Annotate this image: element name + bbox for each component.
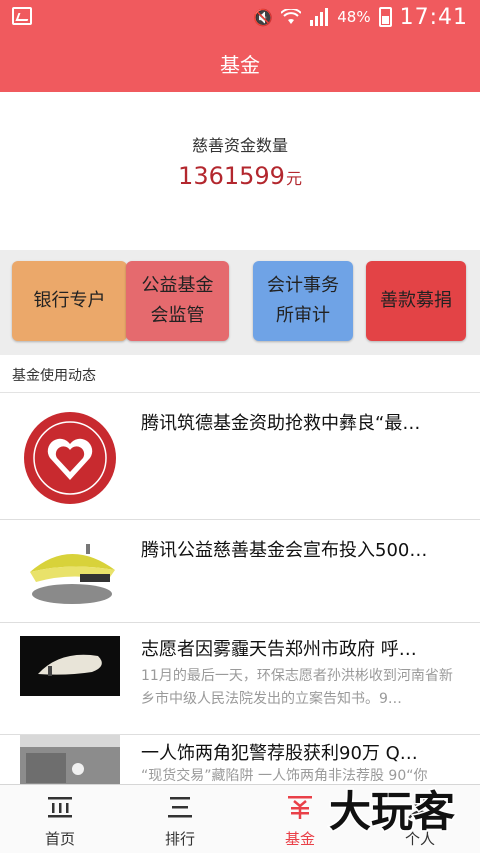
news-title: 腾讯筑德基金资助抢救中彝良“最…: [141, 413, 421, 434]
news-item[interactable]: 腾讯公益慈善基金会宣布投入500…: [0, 520, 480, 623]
news-thumbnail: [20, 636, 120, 696]
fund-amount-unit: 元: [285, 169, 302, 188]
watermark-logo: 大玩客: [327, 786, 456, 838]
tab-label: 排行: [164, 830, 195, 848]
battery-percent: 48%: [337, 8, 371, 26]
tab-home[interactable]: 首页: [0, 785, 120, 853]
news-item[interactable]: 腾讯筑德基金资助抢救中彝良“最…: [0, 393, 480, 520]
clock: 17:41: [399, 4, 468, 30]
app-bar: 基金: [0, 34, 480, 92]
accounting-audit-label: 会计事务所审计: [267, 275, 339, 326]
news-summary: 11月的最后一天，环保志愿者孙洪彬收到河南省新乡市中级人民法院发出的立案告知书。…: [141, 668, 453, 707]
news-item[interactable]: 一人饰两角犯警荐股获利90万 Q… “现货交易”藏陷阱 一人饰两角非法荐股 90…: [0, 735, 480, 784]
bank-account-button[interactable]: 银行专户: [12, 261, 127, 341]
wifi-icon: [281, 9, 302, 24]
news-title: 腾讯公益慈善基金会宣布投入500…: [141, 540, 428, 561]
fund-amount-label: 慈善资金数量: [191, 136, 288, 155]
image-icon: [12, 7, 32, 25]
fund-amount-value: 1361599: [178, 162, 285, 190]
news-item[interactable]: 志愿者因雾霾天告郑州市政府 呼… 11月的最后一天，环保志愿者孙洪彬收到河南省新…: [0, 623, 480, 735]
accounting-audit-button[interactable]: 会计事务所审计: [253, 261, 353, 341]
signal-icon: [310, 8, 329, 26]
fund-amount: 1361599元: [0, 162, 480, 190]
donation-button[interactable]: 善款募捐: [366, 261, 466, 341]
tab-label: 首页: [44, 830, 75, 848]
status-bar: 🔇 48% 17:41: [0, 0, 480, 34]
tab-ranking[interactable]: 排行: [120, 785, 240, 853]
news-title: 一人饰两角犯警荐股获利90万 Q…: [141, 743, 418, 764]
action-grid: 银行专户 公益基金会监管 会计事务所审计 善款募捐: [0, 250, 480, 355]
fund-summary: 慈善资金数量 1361599元: [0, 92, 480, 250]
news-thumbnail: [20, 532, 120, 614]
foundation-supervision-button[interactable]: 公益基金会监管: [126, 261, 229, 341]
tencent-foundation-logo: [24, 412, 116, 504]
section-title: 基金使用动态: [0, 355, 480, 393]
news-thumbnail: [20, 735, 120, 784]
news-title: 志愿者因雾霾天告郑州市政府 呼…: [141, 639, 417, 660]
mute-icon: 🔇: [253, 7, 274, 27]
home-icon: [0, 793, 120, 821]
foundation-supervision-label: 公益基金会监管: [141, 275, 214, 326]
battery-icon: [378, 7, 392, 27]
page-title: 基金: [220, 52, 260, 77]
status-icons: 🔇 48% 17:41: [253, 4, 468, 30]
watermark-text: 大玩客: [329, 787, 455, 836]
ranking-icon: [120, 793, 240, 821]
